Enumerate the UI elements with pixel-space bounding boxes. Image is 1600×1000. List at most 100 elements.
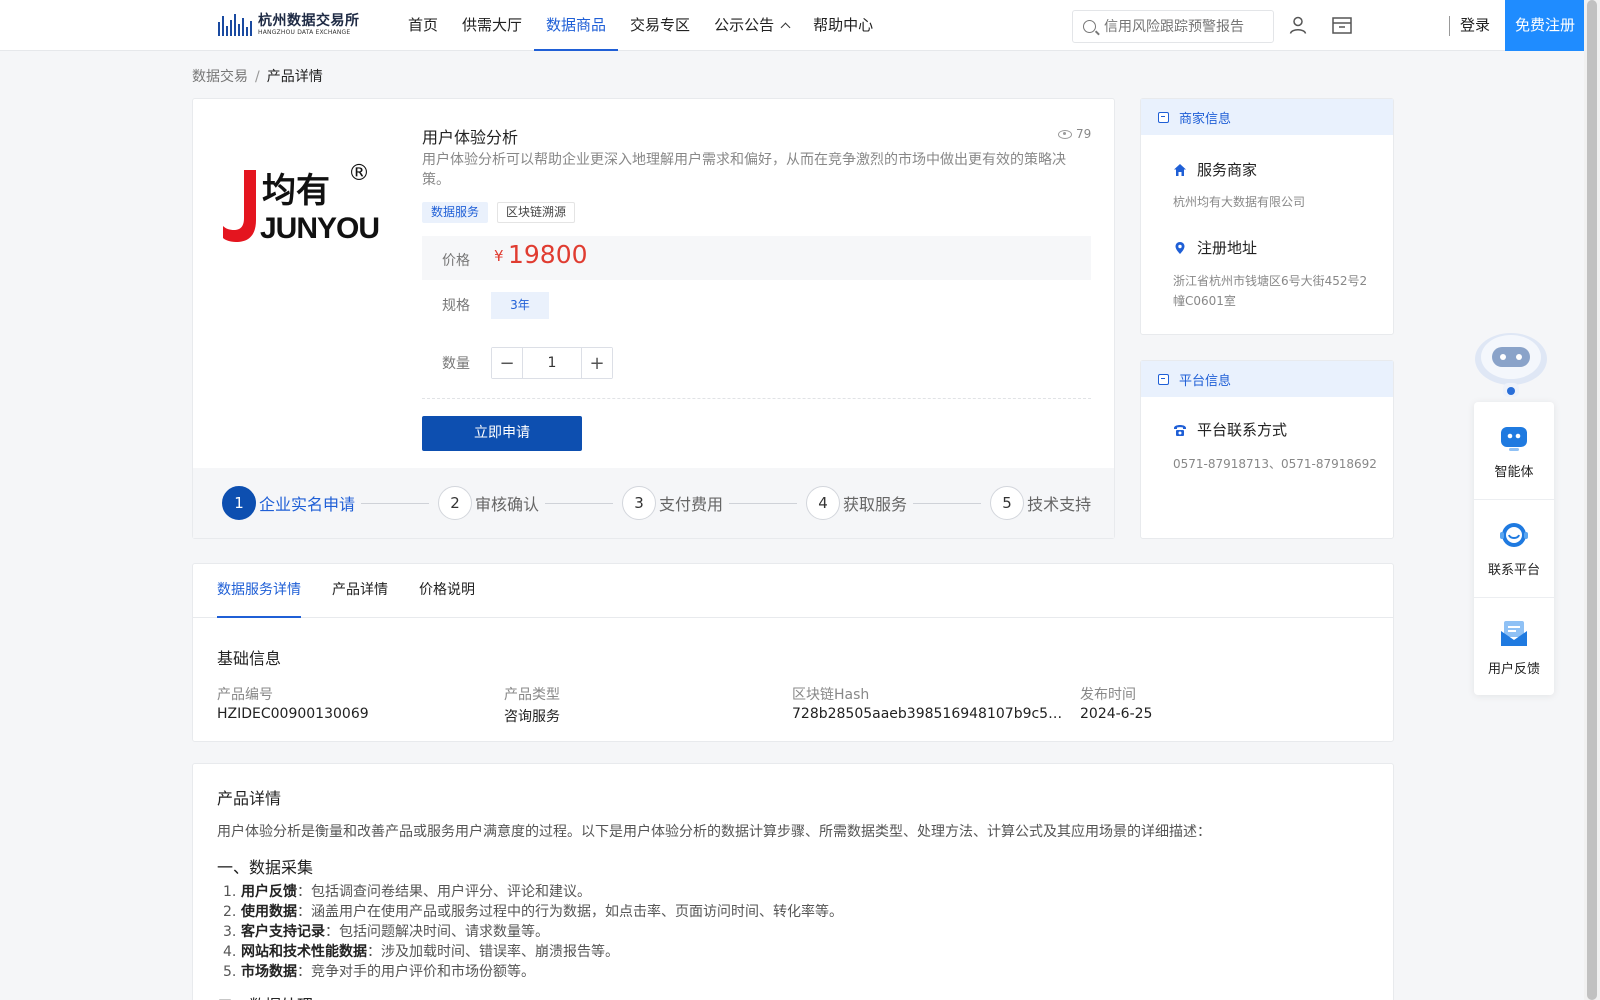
nav-announcements[interactable]: 公示公告	[702, 0, 801, 51]
spec-option-3-years[interactable]: 3年	[491, 292, 549, 319]
quantity-value[interactable]: 1	[523, 348, 581, 378]
nav-data-products[interactable]: 数据商品	[534, 0, 619, 51]
list-index: 4.	[223, 944, 237, 960]
home-icon	[1174, 163, 1186, 176]
quantity-increase-button[interactable]: +	[581, 348, 612, 378]
monitor-icon	[1158, 373, 1169, 385]
step-number: 5	[990, 486, 1025, 520]
tag-blockchain-trace: 区块链溯源	[497, 202, 576, 223]
minus-icon: −	[499, 352, 515, 374]
nav-supply-demand[interactable]: 供需大厅	[450, 0, 534, 51]
list-index: 1.	[223, 884, 237, 900]
location-pin-icon	[1175, 241, 1185, 254]
list-item: 3. 客户支持记录：包括问题解决时间、请求数量等。	[223, 922, 843, 942]
nav-supply-demand-label: 供需大厅	[462, 16, 523, 34]
details-title: 产品详情	[217, 789, 282, 808]
tab-product-details[interactable]: 产品详情	[332, 564, 388, 617]
nav-data-products-label: 数据商品	[546, 16, 607, 34]
platform-info-header: 平台信息	[1141, 361, 1393, 397]
assistant-robot-icon[interactable]	[1470, 325, 1552, 401]
tab-price-description[interactable]: 价格说明	[419, 564, 475, 617]
step-connector	[729, 502, 798, 504]
platform-contact-label: 平台联系方式	[1197, 421, 1288, 439]
contact-platform-button[interactable]: 联系平台	[1474, 500, 1554, 598]
nav-announcements-label: 公示公告	[714, 16, 775, 34]
list-item-text: ：涉及加载时间、错误率、崩溃报告等。	[367, 944, 619, 960]
chevron-up-icon	[780, 22, 791, 33]
main-nav: 首页 供需大厅 数据商品 交易专区 公示公告 帮助中心	[396, 0, 885, 51]
step-2: 2 审核确认	[438, 486, 539, 520]
platform-contact-title: 平台联系方式	[1173, 419, 1287, 440]
nav-trading-zone-label: 交易专区	[630, 16, 691, 34]
quantity-label: 数量	[442, 356, 470, 372]
platform-contact-value: 0571-87918713、0571-87918692	[1173, 457, 1377, 471]
registered-address-title: 注册地址	[1173, 237, 1257, 258]
site-logo[interactable]: 杭州数据交易所 HANGZHOU DATA EXCHANGE	[218, 10, 360, 40]
list-index: 3.	[223, 924, 237, 940]
merchant-info-heading: 商家信息	[1179, 111, 1232, 127]
nav-home[interactable]: 首页	[396, 0, 450, 51]
breadcrumb-separator: /	[255, 69, 260, 85]
list-item: 5. 市场数据：竞争对手的用户评价和市场份额等。	[223, 962, 843, 982]
product-id-label: 产品编号	[217, 687, 273, 703]
registered-address-value: 浙江省杭州市钱塘区6号大街452号2幢C0601室	[1173, 274, 1368, 308]
step-label: 审核确认	[475, 495, 540, 514]
search-icon[interactable]	[1083, 20, 1096, 33]
price-currency: ¥	[494, 247, 504, 265]
header-divider	[1449, 16, 1450, 36]
section-data-collection-title: 一、数据采集	[217, 858, 314, 877]
list-item-term: 网站和技术性能数据	[241, 944, 367, 960]
list-item-text: ：包括调查问卷结果、用户评分、评论和建议。	[297, 884, 591, 900]
floating-service-panel: 智能体 联系平台 用户反馈	[1474, 402, 1554, 695]
quantity-decrease-button[interactable]: −	[492, 348, 523, 378]
product-logo-image: 均有 ® JUNYOU	[223, 161, 380, 245]
nav-help-center[interactable]: 帮助中心	[801, 0, 885, 51]
tab-data-service-details[interactable]: 数据服务详情	[217, 564, 301, 618]
product-type-label: 产品类型	[504, 687, 560, 703]
register-button[interactable]: 免费注册	[1505, 0, 1585, 51]
breadcrumb-parent[interactable]: 数据交易	[192, 69, 248, 85]
step-number: 4	[806, 486, 841, 520]
apply-now-button[interactable]: 立即申请	[422, 416, 582, 451]
service-merchant-value: 杭州均有大数据有限公司	[1173, 195, 1306, 209]
logo-cn-text: 均有	[262, 171, 330, 211]
price-value: 19800	[508, 240, 588, 269]
step-connector	[913, 502, 982, 504]
service-merchant-label: 服务商家	[1197, 161, 1258, 179]
logo-mark-icon	[218, 14, 252, 36]
agent-button[interactable]: 智能体	[1474, 402, 1554, 500]
publish-date-label: 发布时间	[1080, 687, 1136, 703]
scrollbar-thumb[interactable]	[1587, 0, 1597, 1000]
platform-info-heading: 平台信息	[1179, 373, 1232, 389]
nav-trading-zone[interactable]: 交易专区	[618, 0, 702, 51]
step-5: 5 技术支持	[990, 486, 1091, 520]
logo-en-text: JUNYOU	[260, 212, 379, 245]
product-title: 用户体验分析	[422, 128, 519, 147]
search-box	[1072, 10, 1274, 43]
page-scrollbar[interactable]	[1584, 0, 1600, 1000]
telephone-icon	[1174, 424, 1186, 436]
step-label: 支付费用	[659, 495, 724, 514]
step-connector	[545, 502, 614, 504]
blockchain-hash-value: 728b28505aaeb398516948107b9c50612...	[792, 706, 1064, 722]
plus-icon: +	[589, 352, 605, 374]
logo-registered-mark: ®	[348, 161, 370, 186]
list-item-text: ：涵盖用户在使用产品或服务过程中的行为数据，如点击率、页面访问时间、转化率等。	[297, 904, 843, 920]
agent-label: 智能体	[1494, 465, 1534, 480]
list-index: 2.	[223, 904, 237, 920]
user-feedback-button[interactable]: 用户反馈	[1474, 598, 1554, 696]
breadcrumb: 数据交易 / 产品详情	[192, 66, 323, 86]
search-input[interactable]	[1104, 18, 1264, 35]
list-item-term: 市场数据	[241, 964, 297, 980]
view-count: 79	[1058, 127, 1091, 141]
user-icon[interactable]	[1288, 15, 1308, 35]
list-index: 5.	[223, 964, 237, 980]
step-number: 1	[222, 486, 256, 520]
list-item-text: ：竞争对手的用户评价和市场份额等。	[297, 964, 535, 980]
feedback-mail-icon	[1501, 620, 1527, 646]
store-icon[interactable]	[1331, 15, 1353, 35]
blockchain-hash-label: 区块链Hash	[792, 687, 870, 703]
list-item-text: ：包括问题解决时间、请求数量等。	[325, 924, 549, 940]
login-link[interactable]: 登录	[1460, 0, 1490, 51]
publish-date-value: 2024-6-25	[1080, 706, 1153, 722]
